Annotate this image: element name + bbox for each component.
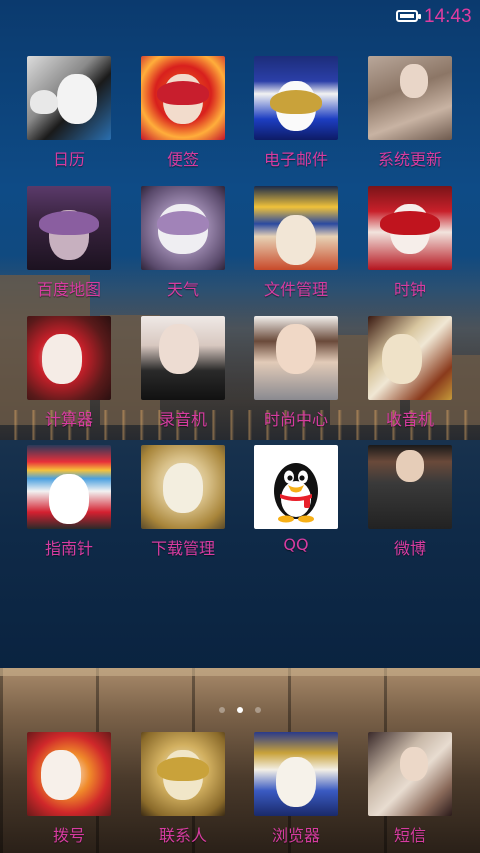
app-label: 录音机 xyxy=(158,410,207,429)
app-label: QQ xyxy=(283,535,309,554)
gold-white-mask-icon xyxy=(141,445,225,529)
app-download-manager[interactable]: 下载管理 xyxy=(127,445,239,565)
app-system-update[interactable]: 系统更新 xyxy=(354,56,466,176)
app-fashion-center[interactable]: 时尚中心 xyxy=(240,316,352,436)
red-mask-icon xyxy=(368,186,452,270)
app-label: 日历 xyxy=(52,150,85,169)
gowned-woman-icon xyxy=(368,56,452,140)
app-label: 联系人 xyxy=(158,826,207,845)
app-label: 天气 xyxy=(166,280,199,299)
dock-messages[interactable]: 短信 xyxy=(354,732,466,852)
golden-mask-icon xyxy=(141,732,225,816)
battery-icon xyxy=(396,10,421,22)
dock-browser[interactable]: 浏览器 xyxy=(240,732,352,852)
feathered-mask-icon xyxy=(141,56,225,140)
app-clock[interactable]: 时钟 xyxy=(354,186,466,306)
app-notes[interactable]: 便签 xyxy=(127,56,239,176)
page-dot[interactable] xyxy=(219,707,225,713)
silver-mask-icon xyxy=(141,186,225,270)
status-bar: 14:43 xyxy=(0,0,480,36)
app-label: 短信 xyxy=(393,826,426,845)
fashion-woman-icon xyxy=(254,316,338,400)
app-label: 系统更新 xyxy=(377,150,442,169)
app-label: 下载管理 xyxy=(150,539,215,558)
dock-dialer[interactable]: 拨号 xyxy=(13,732,125,852)
app-weather[interactable]: 天气 xyxy=(127,186,239,306)
app-file-manager[interactable]: 文件管理 xyxy=(240,186,352,306)
red-hair-mask-icon xyxy=(27,316,111,400)
app-label: 计算器 xyxy=(44,410,93,429)
pirate-hat-mask-icon xyxy=(254,186,338,270)
page-dot[interactable] xyxy=(255,707,261,713)
app-calculator[interactable]: 计算器 xyxy=(13,316,125,436)
app-label: 微博 xyxy=(393,539,426,558)
dock-contacts[interactable]: 联系人 xyxy=(127,732,239,852)
penguin-shape xyxy=(274,463,318,523)
gold-mask-icon xyxy=(368,316,452,400)
app-email[interactable]: 电子邮件 xyxy=(240,56,352,176)
app-label: 便签 xyxy=(166,150,199,169)
blue-costume-icon xyxy=(254,732,338,816)
status-time: 14:43 xyxy=(424,6,472,27)
app-label: 文件管理 xyxy=(263,280,328,299)
deck-edge xyxy=(0,668,480,676)
black-dress-woman-icon xyxy=(368,445,452,529)
app-baidu-maps[interactable]: 百度地图 xyxy=(13,186,125,306)
pompom-jester-icon xyxy=(27,445,111,529)
page-indicator xyxy=(0,698,480,713)
app-calendar[interactable]: 日历 xyxy=(13,56,125,176)
fan-woman-icon xyxy=(368,732,452,816)
blue-hat-mask-icon xyxy=(254,56,338,140)
app-radio[interactable]: 收音机 xyxy=(354,316,466,436)
app-label: 指南针 xyxy=(44,539,93,558)
qq-penguin-icon xyxy=(254,445,338,529)
app-label: 百度地图 xyxy=(36,280,101,299)
app-label: 时尚中心 xyxy=(263,410,328,429)
purple-mask-woman-icon xyxy=(27,186,111,270)
app-weibo[interactable]: 微博 xyxy=(354,445,466,565)
orange-jester-icon xyxy=(27,732,111,816)
app-label: 电子邮件 xyxy=(263,150,328,169)
app-label: 浏览器 xyxy=(271,826,320,845)
app-label: 拨号 xyxy=(52,826,85,845)
page-dot-active[interactable] xyxy=(237,707,243,713)
app-qq[interactable]: QQ xyxy=(240,445,352,565)
app-compass[interactable]: 指南针 xyxy=(13,445,125,565)
app-recorder[interactable]: 录音机 xyxy=(127,316,239,436)
app-label: 时钟 xyxy=(393,280,426,299)
masked-couple-icon xyxy=(27,56,111,140)
feather-mask-woman-icon xyxy=(141,316,225,400)
app-label: 收音机 xyxy=(385,410,434,429)
